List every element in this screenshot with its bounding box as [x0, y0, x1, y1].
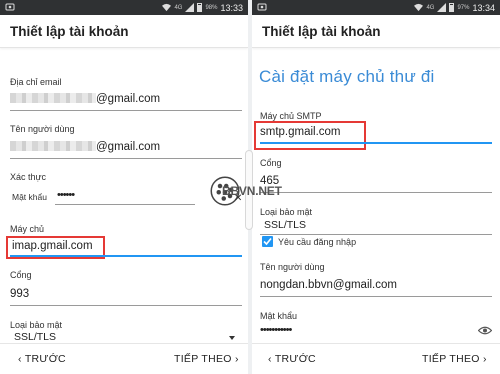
signal-icon — [437, 3, 447, 12]
chevron-left-icon: ‹ — [268, 353, 272, 365]
footer-nav: ‹ TRƯỚC TIẾP THEO › — [252, 343, 500, 374]
port-label: Cổng — [260, 158, 282, 168]
security-label: Loại bảo mật — [260, 207, 313, 217]
check-icon — [263, 237, 272, 246]
battery-percent: 98% — [205, 4, 218, 11]
username-underline — [10, 158, 242, 159]
chevron-left-icon: ‹ — [18, 353, 22, 365]
username-label: Tên người dùng — [10, 124, 75, 134]
network-type: 4G — [174, 4, 183, 11]
username-label: Tên người dùng — [260, 262, 325, 272]
server-field[interactable]: imap.gmail.com — [12, 240, 93, 252]
smtp-underline — [260, 142, 492, 144]
email-label: Địa chỉ email — [10, 77, 62, 87]
password-field[interactable]: ••••••••••• — [260, 324, 292, 336]
server-label: Máy chủ — [10, 224, 45, 234]
watermark-text: BBVN.NET — [222, 184, 282, 198]
port-label: Cổng — [10, 270, 32, 280]
battery-icon — [197, 3, 203, 12]
password-underline — [55, 204, 195, 205]
port-underline — [10, 305, 242, 306]
server-underline — [10, 255, 242, 257]
clock: 13:33 — [220, 2, 243, 13]
back-button[interactable]: ‹ TRƯỚC — [18, 353, 66, 365]
username-underline — [260, 296, 492, 297]
username-suffix: @gmail.com — [96, 141, 161, 153]
wifi-icon — [414, 3, 424, 12]
chevron-right-icon: › — [234, 353, 239, 365]
next-button[interactable]: TIẾP THEO › — [422, 353, 487, 365]
dropdown-caret-icon[interactable] — [229, 336, 235, 340]
status-bar: 4G 97% 13:34 — [252, 0, 500, 15]
battery-percent: 97% — [457, 4, 470, 11]
right-screen: 4G 97% 13:34 Thiết lập tài khoản Cài đặt… — [252, 0, 500, 374]
network-type: 4G — [426, 4, 435, 11]
require-login-checkbox[interactable] — [262, 236, 273, 247]
status-bar: 4G 98% 13:33 — [0, 0, 248, 15]
password-field[interactable]: •••••• — [57, 189, 75, 201]
password-label: Mật khẩu — [12, 192, 47, 202]
password-label: Mật khẩu — [260, 311, 298, 321]
port-underline — [260, 192, 492, 193]
security-label: Loại bảo mật — [10, 320, 63, 330]
clock: 13:34 — [472, 2, 495, 13]
close-icon: ✕ — [234, 193, 243, 204]
redacted-text — [10, 141, 96, 151]
email-field[interactable]: @gmail.com — [10, 93, 160, 105]
battery-icon — [449, 3, 455, 12]
auth-label: Xác thực — [10, 172, 47, 182]
android-notification-icon — [257, 3, 267, 11]
email-underline — [10, 110, 242, 111]
redacted-text — [10, 93, 96, 103]
smtp-label: Máy chủ SMTP — [260, 111, 322, 121]
next-button[interactable]: TIẾP THEO › — [174, 353, 239, 365]
require-login-label: Yêu cầu đăng nhập — [278, 237, 357, 247]
wifi-icon — [162, 3, 172, 12]
port-field[interactable]: 993 — [10, 288, 29, 300]
email-suffix: @gmail.com — [96, 93, 161, 105]
security-underline — [260, 234, 492, 235]
smtp-field[interactable]: smtp.gmail.com — [260, 126, 341, 138]
android-notification-icon — [5, 3, 15, 11]
username-field[interactable]: nongdan.bbvn@gmail.com — [260, 279, 397, 291]
security-select[interactable]: SSL/TLS — [14, 331, 56, 343]
signal-icon — [185, 3, 195, 12]
footer-nav: ‹ TRƯỚC TIẾP THEO › — [0, 343, 248, 374]
security-select[interactable]: SSL/TLS — [264, 219, 306, 231]
page-title: Thiết lập tài khoản — [262, 24, 381, 39]
username-field[interactable]: @gmail.com — [10, 141, 160, 153]
chevron-right-icon: › — [482, 353, 487, 365]
section-heading: Cài đặt máy chủ thư đi — [259, 67, 435, 86]
page-title: Thiết lập tài khoản — [10, 24, 129, 39]
eye-icon[interactable] — [478, 326, 492, 335]
back-button[interactable]: ‹ TRƯỚC — [268, 353, 316, 365]
